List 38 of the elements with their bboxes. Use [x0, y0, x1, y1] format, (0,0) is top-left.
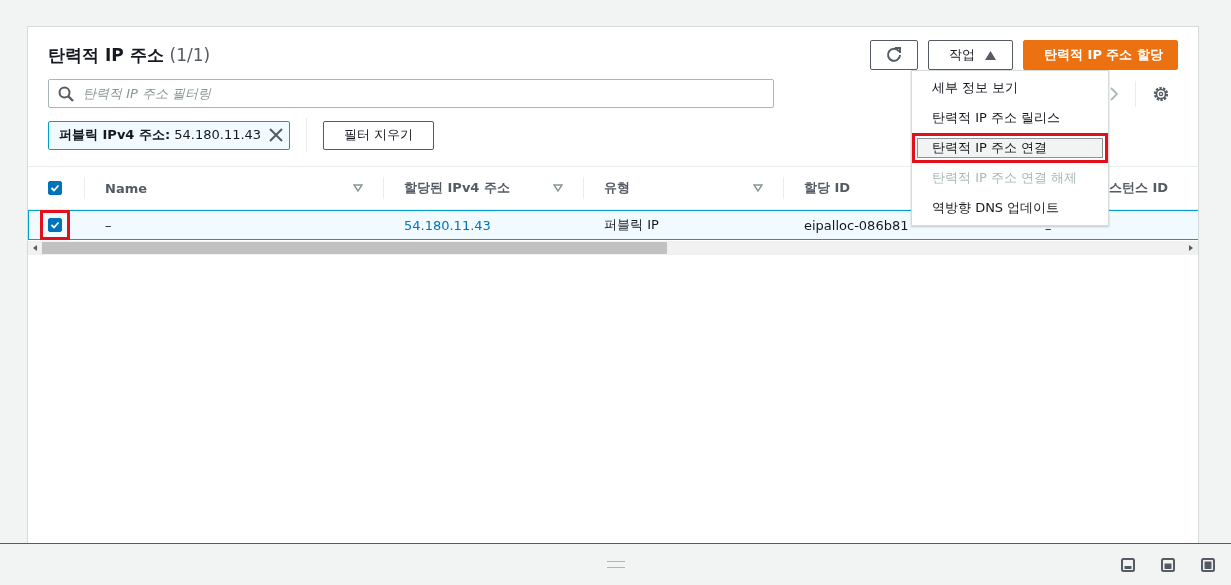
column-header[interactable]: 스턴스 ID [1109, 179, 1169, 197]
filter-token-text: 퍼블릭 IPv4 주소: 54.180.11.43 [59, 126, 262, 144]
close-icon[interactable] [269, 128, 284, 142]
settings-icon[interactable] [1152, 84, 1170, 103]
column-header[interactable]: Name [105, 180, 147, 196]
table-cell: 퍼블릭 IP [604, 217, 659, 232]
caret-icon [985, 50, 997, 60]
table-cell: – [1045, 221, 1052, 236]
sort-icon[interactable] [553, 184, 563, 192]
sort-icon[interactable] [753, 184, 763, 192]
sort-icon[interactable] [353, 184, 363, 192]
panel-title: 탄력적 IP 주소 (1/1) [48, 43, 211, 67]
horizontal-scrollbar[interactable] [28, 241, 1198, 255]
refresh-icon [885, 46, 904, 64]
actions-button[interactable]: 작업 [928, 40, 1014, 70]
menu-item[interactable]: 탄력적 IP 주소 릴리스 [912, 103, 1108, 133]
layout-icon[interactable] [1201, 557, 1215, 572]
column-header[interactable]: 할당 ID [804, 179, 851, 197]
clear-filters-button[interactable]: 필터 지우기 [323, 120, 435, 150]
table-cell: eipalloc-086b81 [804, 217, 909, 233]
scroll-right-icon[interactable] [1189, 245, 1193, 251]
refresh-button[interactable] [870, 40, 919, 70]
check-icon [50, 220, 60, 230]
resize-handle[interactable] [606, 561, 625, 568]
layout-icon[interactable] [1121, 557, 1135, 572]
scroll-left-icon[interactable] [33, 245, 37, 251]
check-icon [50, 183, 60, 193]
table-cell: – [105, 217, 112, 233]
select-all-checkbox[interactable] [48, 181, 62, 195]
menu-item[interactable]: 세부 정보 보기 [912, 73, 1108, 103]
search-field[interactable]: 탄력적 IP 주소 필터링 [48, 79, 774, 108]
ip-link[interactable]: 54.180.11.43 [404, 217, 491, 233]
menu-item[interactable]: 탄력적 IP 주소 연결 [912, 133, 1108, 163]
row-checkbox[interactable] [48, 218, 62, 232]
search-icon [58, 86, 74, 102]
layout-icon[interactable] [1161, 557, 1175, 572]
column-header[interactable]: 유형 [604, 179, 630, 197]
column-header[interactable]: 할당된 IPv4 주소 [404, 179, 510, 197]
